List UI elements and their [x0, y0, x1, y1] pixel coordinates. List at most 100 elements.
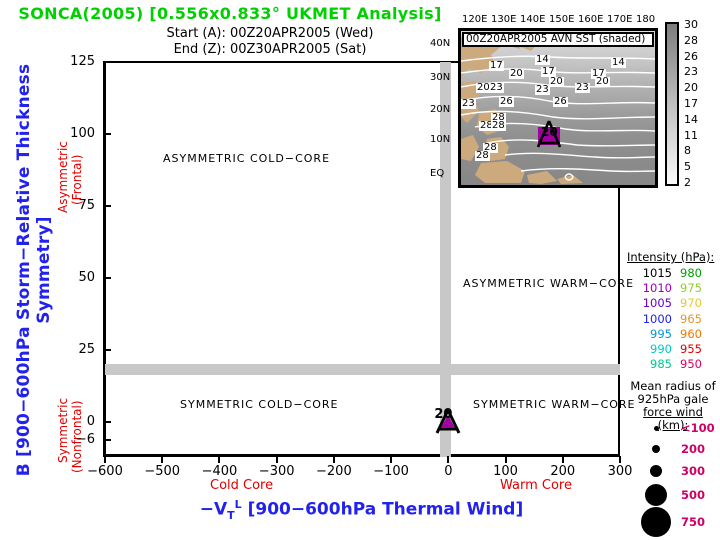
radius-legend-label: 750 [681, 515, 706, 529]
radius-legend-dot [650, 465, 662, 477]
x-axis-title-sub: T [227, 509, 235, 523]
end-time-label: End (Z): 00Z30APR2005 (Sat) [173, 42, 367, 57]
x-tick-label: −100 [373, 464, 409, 479]
map-storm-marker[interactable]: 20 [533, 119, 565, 153]
y-annot-sym-line1: Symmetric [56, 397, 70, 463]
sst-colorbar-label: 8 [684, 144, 691, 158]
sst-contour-label: 28 [491, 120, 506, 131]
y-tick-mark [104, 61, 111, 63]
x-tick-label: −400 [201, 464, 238, 479]
inset-lat-label: 30N [430, 72, 451, 83]
radius-legend-dot [645, 484, 667, 506]
y-tick-mark [104, 349, 111, 352]
sst-colorbar-label: 23 [684, 65, 698, 79]
sst-colorbar-label: 2 [684, 176, 691, 189]
x-axis-title-sup: L [234, 498, 242, 511]
track-point-label: 20 [434, 407, 453, 423]
radius-legend-label: 300 [681, 464, 706, 478]
intensity-value-left: 990 [650, 342, 672, 356]
intensity-value-right: 980 [680, 266, 702, 280]
sst-contour-label: 26 [499, 96, 514, 107]
sst-colorbar-label: 17 [684, 97, 698, 110]
x-tick-label: 300 [607, 464, 633, 479]
y-axis-annotation-asymmetric: Asymmetric (Frontal) [44, 95, 84, 215]
inset-lon-label: 140E [520, 14, 546, 25]
radius-legend-dot [653, 425, 659, 431]
x-axis-title-pre: −V [199, 499, 228, 520]
intensity-value-left: 1005 [642, 296, 672, 311]
inset-lon-label: 160E [578, 14, 604, 25]
b-threshold-band [105, 364, 620, 375]
x-tick-mark [447, 456, 450, 463]
inset-lat-label: EQ [430, 168, 445, 179]
y-tick-mark [104, 277, 111, 280]
y-tick-mark [104, 438, 111, 441]
x-tick-label: −500 [144, 464, 181, 479]
inset-lon-label: 170E [607, 14, 633, 25]
sst-contour-label: 14 [611, 57, 626, 68]
radius-legend-label: 200 [681, 442, 706, 456]
y-tick-label: 50 [78, 270, 95, 286]
intensity-value-left: 1010 [642, 281, 672, 296]
sst-contour-label: 20 [595, 76, 610, 87]
x-axis-title: −VTL [900−600hPa Thermal Wind] [103, 498, 620, 522]
y-axis-title: B [900−600hPa Storm−Relative Thickness S… [0, 0, 54, 540]
sst-colorbar-label: 20 [684, 81, 698, 95]
x-tick-label: 100 [493, 464, 518, 479]
sst-contour-label: 20 [509, 68, 524, 79]
sst-contour-label: 23 [575, 82, 590, 93]
y-tick-label: 25 [78, 342, 95, 358]
inset-lat-label: 40N [430, 38, 451, 49]
inset-lon-label: 120E [462, 14, 488, 25]
inset-lat-label: 20N [430, 104, 451, 115]
sst-colorbar-label: 11 [684, 128, 698, 142]
intensity-value-left: 995 [650, 326, 672, 341]
intensity-value-left: 1000 [642, 311, 672, 326]
x-tick-label: −600 [87, 464, 123, 479]
x-tick-mark [332, 456, 335, 463]
y-tick-label-extra: −6 [75, 431, 95, 447]
x-annot-warm-core: Warm Core [500, 478, 572, 493]
x-tick-mark [390, 456, 393, 463]
inset-lon-label: 180 [636, 14, 656, 25]
map-storm-label: 20 [541, 125, 558, 139]
intensity-value-left: 1015 [642, 266, 672, 280]
x-tick-label: −200 [316, 464, 352, 479]
sst-contour-label: 20 [549, 76, 564, 87]
sst-contour-label: 26 [553, 96, 568, 107]
sst-colorbar-label: 5 [684, 160, 691, 174]
y-tick-mark [104, 421, 111, 424]
x-axis-title-post: [900−600hPa Thermal Wind] [241, 499, 524, 520]
radius-legend-label: <100 [681, 421, 715, 435]
sst-contour-label: 23 [489, 82, 504, 93]
x-tick-mark [275, 456, 278, 463]
inset-lon-label: 150E [549, 14, 575, 25]
y-tick-mark [104, 133, 111, 136]
inset-map-title: 00Z20APR2005 AVN SST (shaded) [462, 32, 654, 47]
quadrant-label-symmetric-warm-core: SYMMETRIC WARM−CORE [473, 398, 636, 411]
inset-lon-label: 130E [491, 14, 517, 25]
x-tick-label: 0 [444, 464, 453, 479]
intensity-value-right: 970 [680, 296, 702, 311]
x-tick-label: −300 [258, 464, 295, 479]
track-point-start[interactable]: 20 [430, 405, 466, 439]
intensity-value-right: 950 [680, 357, 702, 372]
quadrant-label-symmetric-cold-core: SYMMETRIC COLD−CORE [180, 398, 339, 411]
sst-contour-label: 23 [535, 84, 550, 95]
x-tick-mark [161, 456, 164, 463]
sst-contour-label: 23 [461, 98, 476, 109]
intensity-value-right: 965 [680, 311, 702, 326]
intensity-legend-heading: Intensity (hPa): [627, 250, 715, 264]
x-annot-cold-core: Cold Core [210, 478, 274, 493]
y-tick-label: 125 [70, 54, 95, 69]
sst-colorbar-label: 14 [684, 112, 698, 126]
quadrant-label-asymmetric-warm-core: ASYMMETRIC WARM−CORE [463, 277, 635, 290]
y-tick-mark [104, 205, 111, 208]
x-tick-mark [561, 456, 564, 463]
x-tick-mark [104, 456, 106, 463]
inset-sst-map[interactable]: 00Z20APR2005 AVN SST (shaded) 14 14 17 1… [458, 28, 658, 188]
x-tick-mark [619, 456, 621, 463]
vt-threshold-band [440, 62, 451, 457]
intensity-value-right: 960 [680, 326, 702, 341]
x-tick-mark [218, 456, 221, 463]
